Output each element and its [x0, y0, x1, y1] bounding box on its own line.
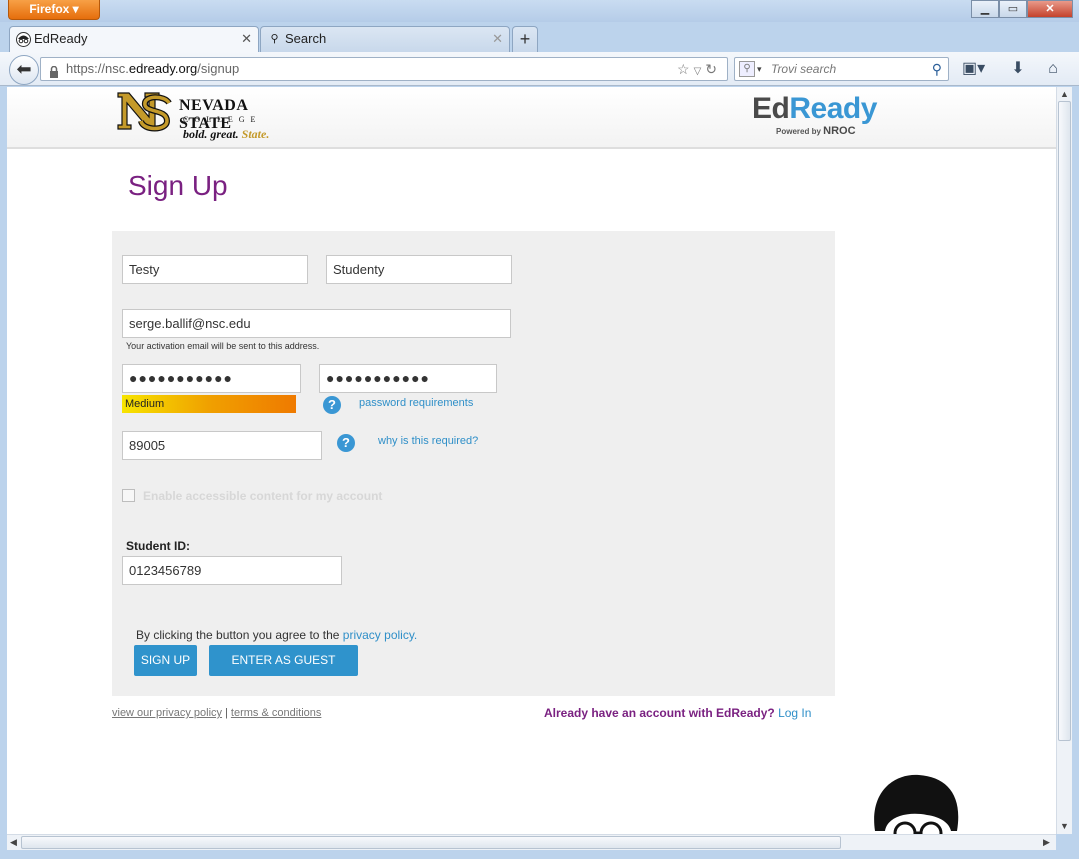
footer-links: view our privacy policy | terms & conditio… — [112, 707, 321, 719]
page-viewport: NEVADA STATE COLLEGE bold. great. State.… — [7, 87, 1056, 834]
url-path: /signup — [197, 61, 240, 76]
window-controls: ▁ ▭ ✕ — [971, 0, 1073, 18]
first-name-field[interactable]: Testy — [122, 255, 308, 284]
first-name-value: Testy — [129, 262, 160, 277]
horizontal-scrollbar[interactable]: ◀ ▶ — [7, 834, 1056, 850]
have-account-text: Already have an account with EdReady? — [544, 706, 779, 720]
nsc-tagline: bold. great. State. — [183, 127, 269, 142]
question-icon[interactable]: ? — [337, 434, 355, 452]
bookmarks-icon[interactable]: ▣▾ — [962, 59, 985, 79]
firefox-menu-label: Firefox — [29, 2, 70, 16]
edready-favicon-icon — [16, 32, 31, 47]
tab-label: EdReady — [34, 31, 88, 46]
accessible-content-checkbox[interactable] — [122, 489, 135, 502]
accessible-content-label: Enable accessible content for my account — [143, 489, 383, 503]
zip-field[interactable]: 89005 — [122, 431, 322, 460]
nsc-college: COLLEGE — [183, 115, 262, 124]
login-prompt: Already have an account with EdReady? Lo… — [544, 706, 811, 720]
login-link[interactable]: Log In — [778, 706, 811, 720]
password-strength-meter: Medium — [122, 395, 296, 413]
confirm-password-value: ●●●●●●●●●●● — [326, 370, 431, 386]
close-window-icon[interactable]: ✕ — [1027, 0, 1073, 18]
tagline-a: bold. great. — [183, 127, 242, 141]
lock-icon — [49, 63, 59, 78]
edready-logo[interactable]: EdReady Powered by NROC — [752, 93, 892, 143]
password-requirements-link[interactable]: password requirements — [359, 397, 473, 409]
dropdown-icon[interactable]: ▽ — [694, 66, 706, 77]
enter-as-guest-button[interactable]: ENTER AS GUEST — [209, 645, 358, 676]
footer-privacy-link[interactable]: view our privacy policy — [112, 707, 222, 719]
tab-label: Search — [285, 31, 327, 46]
mascot-face-icon — [874, 774, 959, 834]
navigation-bar: ⬅ https://nsc.edready.org/signup ☆▽↻ ⚲ ▾… — [0, 52, 1079, 86]
footer-separator: | — [225, 707, 228, 719]
search-placeholder: Trovi search — [771, 62, 837, 76]
email-hint: Your activation email will be sent to th… — [126, 341, 320, 351]
site-header: NEVADA STATE COLLEGE bold. great. State.… — [7, 87, 1056, 149]
firefox-menu-button[interactable]: Firefox ▾ — [8, 0, 100, 20]
new-tab-button[interactable]: + — [512, 26, 538, 52]
email-field[interactable]: serge.ballif@nsc.edu — [122, 309, 511, 338]
nroc-label: NROC — [823, 125, 856, 137]
tagline-b: State. — [241, 127, 270, 141]
home-icon[interactable]: ⌂ — [1042, 59, 1064, 79]
last-name-field[interactable]: Studenty — [326, 255, 512, 284]
scroll-down-icon[interactable]: ▼ — [1060, 821, 1069, 831]
browser-window: Firefox ▾ ▁ ▭ ✕ EdReady ✕ ⚲ Search ✕ + ⬅ — [0, 0, 1079, 859]
privacy-policy-link[interactable]: privacy policy. — [343, 628, 417, 642]
agree-text: By clicking the button you agree to the — [136, 628, 343, 642]
tab-close-icon[interactable]: ✕ — [241, 27, 252, 51]
reload-icon[interactable]: ↻ — [705, 61, 721, 77]
student-id-label: Student ID: — [126, 539, 190, 553]
logo-ready: Ready — [789, 92, 877, 125]
email-value: serge.ballif@nsc.edu — [129, 316, 251, 331]
page-title: Sign Up — [128, 170, 228, 201]
powered-by: Powered by NROC — [776, 125, 892, 137]
powered-by-label: Powered by — [776, 127, 821, 136]
vertical-scrollbar[interactable]: ▲ ▼ — [1056, 87, 1072, 834]
why-required-link[interactable]: why is this required? — [378, 435, 478, 447]
edready-wordmark: EdReady — [752, 93, 892, 125]
question-icon[interactable]: ? — [323, 396, 341, 414]
student-id-field[interactable]: 0123456789 — [122, 556, 342, 585]
signup-form: Testy Studenty serge.ballif@nsc.edu Your… — [112, 231, 835, 696]
sign-up-button[interactable]: SIGN UP — [134, 645, 197, 676]
footer-terms-link[interactable]: terms & conditions — [231, 707, 321, 719]
agreement-text: By clicking the button you agree to the … — [136, 628, 417, 642]
tab-search[interactable]: ⚲ Search ✕ — [260, 26, 510, 52]
scroll-right-icon[interactable]: ▶ — [1043, 837, 1050, 848]
chevron-down-icon[interactable]: ▾ — [757, 58, 762, 80]
student-id-value: 0123456789 — [129, 563, 202, 578]
confirm-password-field[interactable]: ●●●●●●●●●●● — [319, 364, 497, 393]
url-prefix: https://nsc. — [66, 61, 129, 76]
strength-label: Medium — [125, 398, 165, 410]
tab-close-icon[interactable]: ✕ — [492, 27, 503, 51]
minimize-icon[interactable]: ▁ — [971, 0, 999, 18]
url-domain: edready.org — [128, 61, 198, 76]
password-value: ●●●●●●●●●●● — [129, 370, 234, 386]
password-field[interactable]: ●●●●●●●●●●● — [122, 364, 301, 393]
star-icon[interactable]: ☆ — [677, 61, 694, 77]
title-bar: Firefox ▾ ▁ ▭ ✕ — [0, 0, 1079, 22]
nevada-state-logo[interactable]: NEVADA STATE COLLEGE bold. great. State. — [115, 89, 295, 145]
url-actions: ☆▽↻ — [677, 58, 721, 83]
logo-ed: Ed — [752, 92, 790, 125]
scroll-up-icon[interactable]: ▲ — [1060, 89, 1069, 99]
back-arrow-icon[interactable]: ⬅ — [9, 55, 39, 85]
download-icon[interactable]: ⬇ — [1007, 59, 1029, 79]
zip-value: 89005 — [129, 438, 166, 453]
maximize-icon[interactable]: ▭ — [999, 0, 1027, 18]
tab-edready[interactable]: EdReady ✕ — [9, 26, 259, 52]
search-favicon-icon: ⚲ — [270, 33, 279, 45]
vertical-scroll-thumb[interactable] — [1058, 101, 1071, 741]
ns-monogram-icon — [117, 92, 172, 132]
magnifier-icon[interactable]: ⚲ — [932, 58, 942, 80]
scroll-left-icon[interactable]: ◀ — [10, 837, 17, 848]
search-bar[interactable]: ⚲ ▾ Trovi search ⚲ — [734, 57, 949, 81]
tab-bar: EdReady ✕ ⚲ Search ✕ + — [0, 22, 1079, 52]
search-engine-icon[interactable]: ⚲ — [739, 61, 755, 77]
last-name-value: Studenty — [333, 262, 385, 277]
url-bar[interactable]: https://nsc.edready.org/signup ☆▽↻ — [40, 57, 728, 81]
horizontal-scroll-thumb[interactable] — [21, 836, 841, 849]
